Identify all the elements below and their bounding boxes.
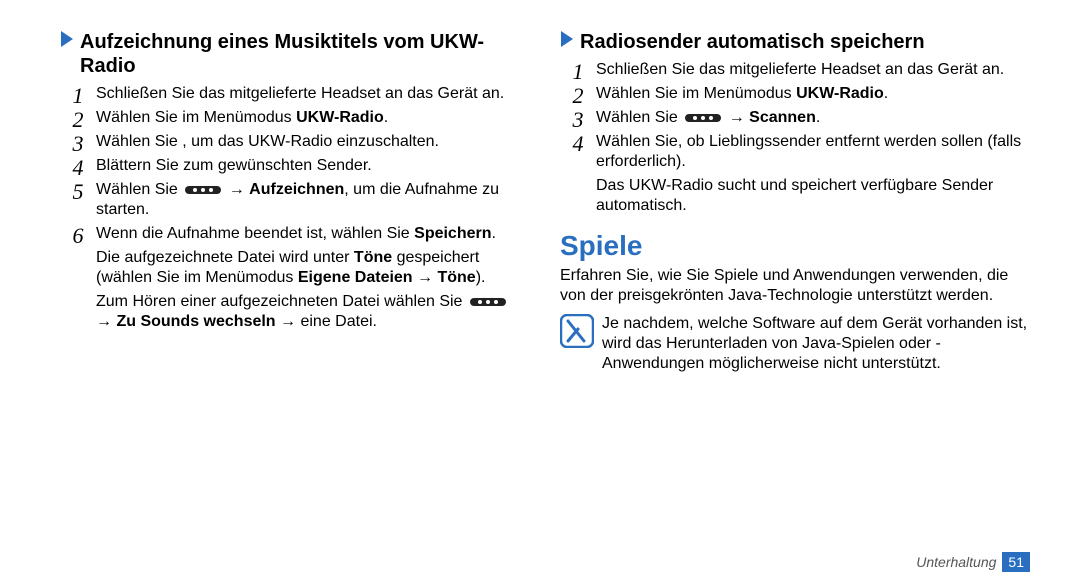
steps-list-right: 1 Schließen Sie das mitgelieferte Headse… — [560, 60, 1030, 216]
step-text: Wählen Sie, ob Lieblingssender entfernt … — [596, 132, 1030, 172]
step-item: 6 Wenn die Aufnahme beendet ist, wählen … — [96, 224, 520, 332]
step-item: 3 Wählen Sie , um das UKW-Radio einzusch… — [96, 132, 520, 152]
section-title-games: Spiele — [560, 230, 1030, 262]
section-heading-autoscan: Radiosender automatisch speichern — [560, 30, 1030, 54]
step-text: Schließen Sie das mitgelieferte Headset … — [96, 84, 520, 104]
step-subtext: Das UKW-Radio sucht und speichert verfüg… — [596, 176, 1030, 216]
note-block: Je nachdem, welche Software auf dem Gerä… — [560, 314, 1030, 374]
left-column: Aufzeichnung eines Musiktitels vom UKW-R… — [60, 30, 550, 576]
heading-text: Radiosender automatisch speichern — [580, 30, 925, 54]
step-text: Schließen Sie das mitgelieferte Headset … — [596, 60, 1030, 80]
more-dots-icon — [470, 298, 506, 306]
step-text: Wählen Sie → Scannen. — [596, 108, 1030, 128]
step-item: 2 Wählen Sie im Menümodus UKW-Radio. — [596, 84, 1030, 104]
page-number: 51 — [1002, 552, 1030, 572]
step-subtext: Die aufgezeichnete Datei wird unter Töne… — [96, 248, 520, 288]
footer-section-label: Unterhaltung — [916, 554, 996, 570]
step-number: 4 — [566, 130, 590, 158]
step-item: 4 Blättern Sie zum gewünschten Sender. — [96, 156, 520, 176]
step-subtext: Zum Hören einer aufgezeichneten Datei wä… — [96, 292, 520, 332]
more-dots-icon — [685, 114, 721, 122]
step-text: Wählen Sie im Menümodus UKW-Radio. — [96, 108, 520, 128]
step-number: 5 — [66, 178, 90, 206]
step-text: Wählen Sie → Aufzeichnen, um die Aufnahm… — [96, 180, 520, 220]
section-heading-recording: Aufzeichnung eines Musiktitels vom UKW-R… — [60, 30, 520, 78]
step-item: 5 Wählen Sie → Aufzeichnen, um die Aufna… — [96, 180, 520, 220]
chevron-right-icon — [560, 30, 574, 48]
step-item: 3 Wählen Sie → Scannen. — [596, 108, 1030, 128]
section-intro: Erfahren Sie, wie Sie Spiele und Anwendu… — [560, 266, 1030, 306]
step-number: 6 — [66, 222, 90, 250]
step-item: 4 Wählen Sie, ob Lieblingssender entfern… — [596, 132, 1030, 216]
step-item: 2 Wählen Sie im Menümodus UKW-Radio. — [96, 108, 520, 128]
step-item: 1 Schließen Sie das mitgelieferte Headse… — [596, 60, 1030, 80]
step-text: Wählen Sie im Menümodus UKW-Radio. — [596, 84, 1030, 104]
heading-text: Aufzeichnung eines Musiktitels vom UKW-R… — [80, 30, 520, 78]
step-text: Wenn die Aufnahme beendet ist, wählen Si… — [96, 224, 520, 244]
more-dots-icon — [185, 186, 221, 194]
note-icon — [560, 314, 594, 348]
note-text: Je nachdem, welche Software auf dem Gerä… — [602, 314, 1030, 374]
right-column: Radiosender automatisch speichern 1 Schl… — [550, 30, 1040, 576]
step-item: 1 Schließen Sie das mitgelieferte Headse… — [96, 84, 520, 104]
step-text: Blättern Sie zum gewünschten Sender. — [96, 156, 520, 176]
page-footer: Unterhaltung 51 — [916, 554, 1030, 570]
steps-list-left: 1 Schließen Sie das mitgelieferte Headse… — [60, 84, 520, 332]
chevron-right-icon — [60, 30, 74, 48]
step-text: Wählen Sie , um das UKW-Radio einzuschal… — [96, 132, 520, 152]
